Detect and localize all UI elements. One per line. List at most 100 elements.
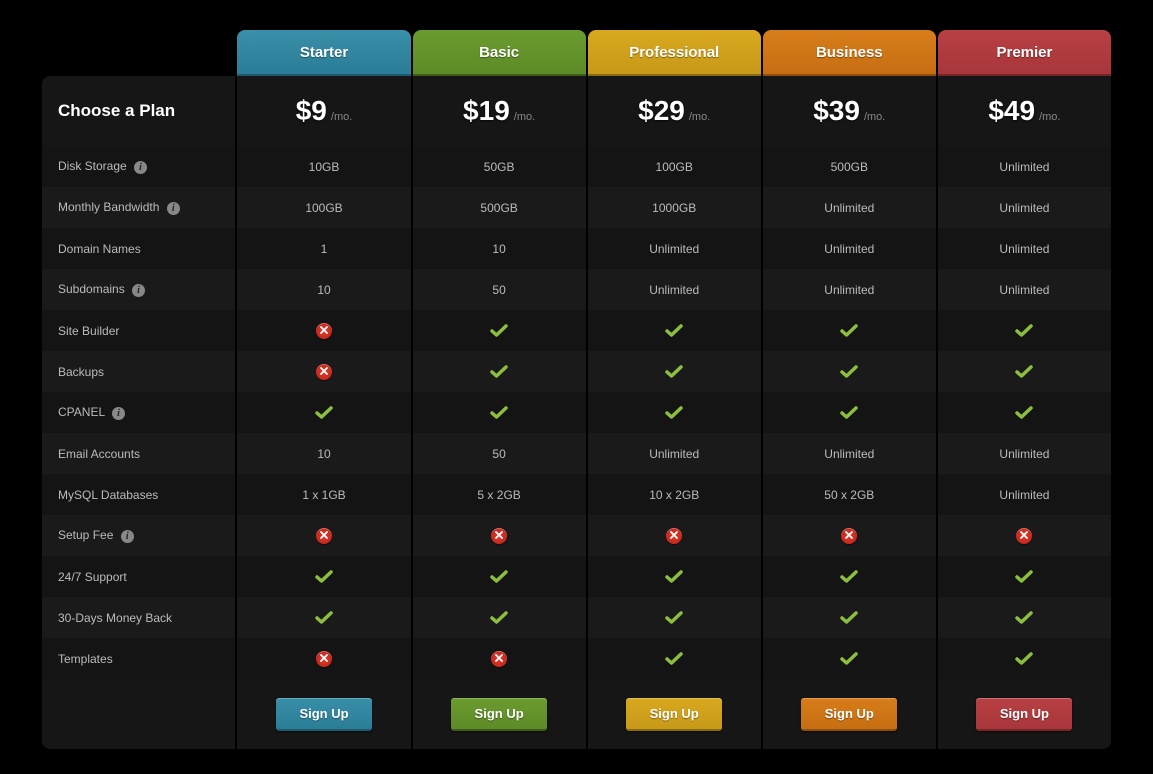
feature-label: Site Builder xyxy=(42,310,235,351)
feature-value xyxy=(588,556,761,597)
check-icon xyxy=(490,406,508,420)
choose-plan-title: Choose a Plan xyxy=(42,76,235,146)
check-icon xyxy=(665,652,683,666)
feature-row: Email Accounts1050UnlimitedUnlimitedUnli… xyxy=(42,433,1111,474)
cross-icon xyxy=(491,651,507,667)
info-icon[interactable]: i xyxy=(134,161,147,174)
feature-value-text: Unlimited xyxy=(999,283,1049,297)
signup-button-business[interactable]: Sign Up xyxy=(801,698,897,731)
feature-label: Backups xyxy=(42,351,235,392)
feature-value xyxy=(588,597,761,638)
check-icon xyxy=(490,570,508,584)
feature-value: Unlimited xyxy=(938,433,1111,474)
price-suffix: /mo. xyxy=(514,111,535,123)
feature-value-text: 100GB xyxy=(305,201,342,215)
signup-cell: Sign Up xyxy=(588,679,761,749)
price-row: Choose a Plan $9/mo. $19/mo. $29/mo. $39… xyxy=(42,76,1111,146)
feature-value-text: Unlimited xyxy=(649,242,699,256)
signup-button-starter[interactable]: Sign Up xyxy=(276,698,372,731)
price-value: $9 xyxy=(296,95,327,126)
feature-value-text: 50 xyxy=(492,283,505,297)
feature-row: Domain Names110UnlimitedUnlimitedUnlimit… xyxy=(42,228,1111,269)
check-icon xyxy=(1015,365,1033,379)
feature-value: 10 x 2GB xyxy=(588,474,761,515)
price-value: $29 xyxy=(638,95,685,126)
feature-label: Templates xyxy=(42,638,235,679)
pricing-table: Starter Basic Professional Business Prem… xyxy=(40,30,1113,749)
plan-name: Professional xyxy=(629,44,719,61)
price-value: $19 xyxy=(463,95,510,126)
feature-value: Unlimited xyxy=(763,433,936,474)
info-icon[interactable]: i xyxy=(121,530,134,543)
price-suffix: /mo. xyxy=(1039,111,1060,123)
check-icon xyxy=(665,611,683,625)
feature-row: Templates xyxy=(42,638,1111,679)
cross-icon xyxy=(666,528,682,544)
feature-value-text: Unlimited xyxy=(649,447,699,461)
header-spacer xyxy=(42,30,235,76)
plan-price-professional: $29/mo. xyxy=(588,76,761,146)
feature-row: CPANEL i xyxy=(42,392,1111,433)
info-icon[interactable]: i xyxy=(167,202,180,215)
feature-row: Monthly Bandwidth i100GB500GB1000GBUnlim… xyxy=(42,187,1111,228)
cross-icon xyxy=(316,651,332,667)
feature-row: Backups xyxy=(42,351,1111,392)
feature-value: Unlimited xyxy=(588,269,761,310)
check-icon xyxy=(490,324,508,338)
feature-value xyxy=(938,515,1111,556)
price-suffix: /mo. xyxy=(864,111,885,123)
feature-value-text: 1000GB xyxy=(652,201,696,215)
feature-value xyxy=(763,638,936,679)
feature-value xyxy=(938,392,1111,433)
info-icon[interactable]: i xyxy=(112,407,125,420)
feature-value-text: 10 x 2GB xyxy=(649,488,699,502)
signup-button-basic[interactable]: Sign Up xyxy=(451,698,547,731)
feature-value-text: 10 xyxy=(492,242,505,256)
feature-label: MySQL Databases xyxy=(42,474,235,515)
feature-value: 10 xyxy=(237,269,410,310)
plan-name: Premier xyxy=(996,44,1052,61)
feature-value xyxy=(413,556,586,597)
feature-value: Unlimited xyxy=(588,433,761,474)
feature-value xyxy=(938,351,1111,392)
feature-label: 24/7 Support xyxy=(42,556,235,597)
feature-row: 30-Days Money Back xyxy=(42,597,1111,638)
signup-cell: Sign Up xyxy=(413,679,586,749)
feature-value: 50GB xyxy=(413,146,586,187)
check-icon xyxy=(1015,652,1033,666)
feature-value-text: Unlimited xyxy=(999,201,1049,215)
feature-value xyxy=(237,556,410,597)
feature-value xyxy=(237,310,410,351)
signup-button-premier[interactable]: Sign Up xyxy=(976,698,1072,731)
check-icon xyxy=(665,324,683,338)
check-icon xyxy=(840,652,858,666)
plan-header-premier: Premier xyxy=(938,30,1111,76)
feature-label: Email Accounts xyxy=(42,433,235,474)
feature-value: Unlimited xyxy=(588,228,761,269)
feature-value-text: Unlimited xyxy=(824,201,874,215)
check-icon xyxy=(315,406,333,420)
feature-value-text: Unlimited xyxy=(999,160,1049,174)
plan-header-row: Starter Basic Professional Business Prem… xyxy=(42,30,1111,76)
feature-value xyxy=(588,392,761,433)
feature-value: 100GB xyxy=(588,146,761,187)
feature-value: Unlimited xyxy=(763,228,936,269)
feature-value: 1 xyxy=(237,228,410,269)
feature-value xyxy=(237,638,410,679)
signup-row: Sign Up Sign Up Sign Up Sign Up Sign Up xyxy=(42,679,1111,749)
feature-value: 1000GB xyxy=(588,187,761,228)
feature-value xyxy=(763,556,936,597)
feature-label: Subdomains i xyxy=(42,269,235,310)
feature-value: Unlimited xyxy=(763,187,936,228)
info-icon[interactable]: i xyxy=(132,284,145,297)
check-icon xyxy=(1015,611,1033,625)
feature-value: 50 xyxy=(413,433,586,474)
feature-row: MySQL Databases1 x 1GB5 x 2GB10 x 2GB50 … xyxy=(42,474,1111,515)
feature-value xyxy=(938,310,1111,351)
plan-price-starter: $9/mo. xyxy=(237,76,410,146)
feature-value xyxy=(588,515,761,556)
signup-button-professional[interactable]: Sign Up xyxy=(626,698,722,731)
feature-value-text: 500GB xyxy=(480,201,517,215)
feature-label: CPANEL i xyxy=(42,392,235,433)
feature-value-text: 50 x 2GB xyxy=(824,488,874,502)
